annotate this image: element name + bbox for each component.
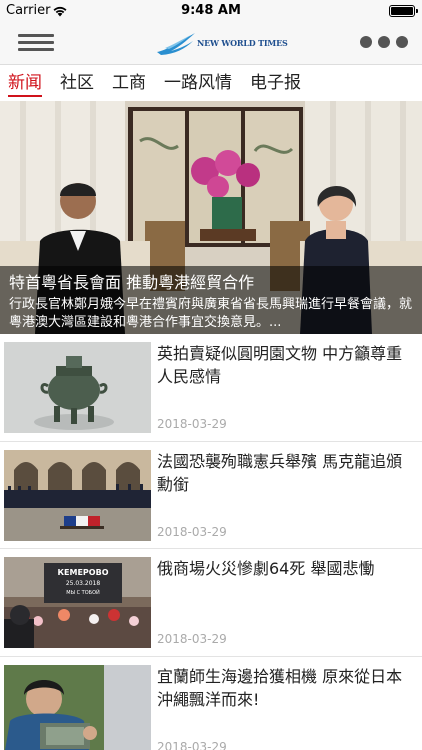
list-item[interactable]: КЕМЕРОВО 25.03.2018 МЫ С ТОБОЙ 俄商場火災慘劇64… (0, 549, 422, 657)
battery-icon (389, 5, 418, 17)
logo-text: NEW WORLD TIMES (197, 38, 288, 48)
new-world-times-logo: NEW WORLD TIMES (155, 30, 288, 56)
tab-epaper[interactable]: 电子报 (250, 65, 301, 101)
list-item[interactable]: 宜蘭師生海邊拾獲相機 原來從日本沖繩飄洋而來! 2018-03-29 (0, 657, 422, 750)
tab-news[interactable]: 新闻 (8, 65, 42, 101)
article-date: 2018-03-29 (157, 524, 227, 539)
sign-line: МЫ С ТОБОЙ (66, 589, 100, 596)
tab-travel[interactable]: 一路风情 (164, 65, 232, 101)
article-thumbnail (4, 664, 151, 750)
article-date: 2018-03-29 (157, 739, 227, 750)
news-list: 英拍賣疑似圓明園文物 中方籲尊重人民感情 2018-03-29 法國恐襲殉職憲兵… (0, 334, 422, 750)
hamburger-menu-icon[interactable] (18, 31, 54, 55)
list-item[interactable]: 英拍賣疑似圓明園文物 中方籲尊重人民感情 2018-03-29 (0, 334, 422, 442)
sign-date: 25.03.2018 (66, 580, 101, 587)
sign-city: КЕМЕРОВО (58, 568, 109, 577)
hero-title[interactable]: 特首粵省長會面 推動粵港經貿合作 (9, 272, 413, 294)
list-item[interactable]: 法國恐襲殉職憲兵舉殯 馬克龍追頒勳銜 2018-03-29 (0, 442, 422, 549)
hero-story[interactable]: 特首粵省長會面 推動粵港經貿合作 行政長官林鄭月娥今早在禮賓府與廣東省省長馬興瑞… (0, 101, 422, 334)
category-tabs: 新闻 社区 工商 一路风情 电子报 (0, 65, 422, 101)
status-time: 9:48 AM (181, 3, 241, 18)
article-thumbnail (4, 342, 151, 433)
article-date: 2018-03-29 (157, 632, 227, 646)
article-title: 法國恐襲殉職憲兵舉殯 馬克龍追頒勳銜 (157, 451, 403, 494)
hero-summary: 行政長官林鄭月娥今早在禮賓府與廣東省省長馬興瑞進行早餐會議，就粵港澳大灣區建設和… (9, 297, 413, 330)
article-title: 俄商場火災慘劇64死 舉國悲慟 (157, 559, 375, 578)
article-thumbnail: КЕМЕРОВО 25.03.2018 МЫ С ТОБОЙ (4, 557, 151, 648)
tab-business[interactable]: 工商 (112, 65, 146, 101)
logo-wing-icon (157, 33, 195, 55)
article-title: 宜蘭師生海邊拾獲相機 原來從日本沖繩飄洋而來! (157, 666, 403, 709)
article-thumbnail (4, 449, 151, 541)
app-header: NEW WORLD TIMES (0, 22, 422, 65)
status-bar: Carrier 9:48 AM (0, 0, 422, 22)
more-dots-icon[interactable] (360, 36, 408, 50)
article-date: 2018-03-29 (157, 417, 227, 431)
tab-community[interactable]: 社区 (60, 65, 94, 101)
hero-caption: 特首粵省長會面 推動粵港經貿合作 行政長官林鄭月娥今早在禮賓府與廣東省省長馬興瑞… (0, 266, 422, 334)
article-title: 英拍賣疑似圓明園文物 中方籲尊重人民感情 (157, 344, 403, 386)
